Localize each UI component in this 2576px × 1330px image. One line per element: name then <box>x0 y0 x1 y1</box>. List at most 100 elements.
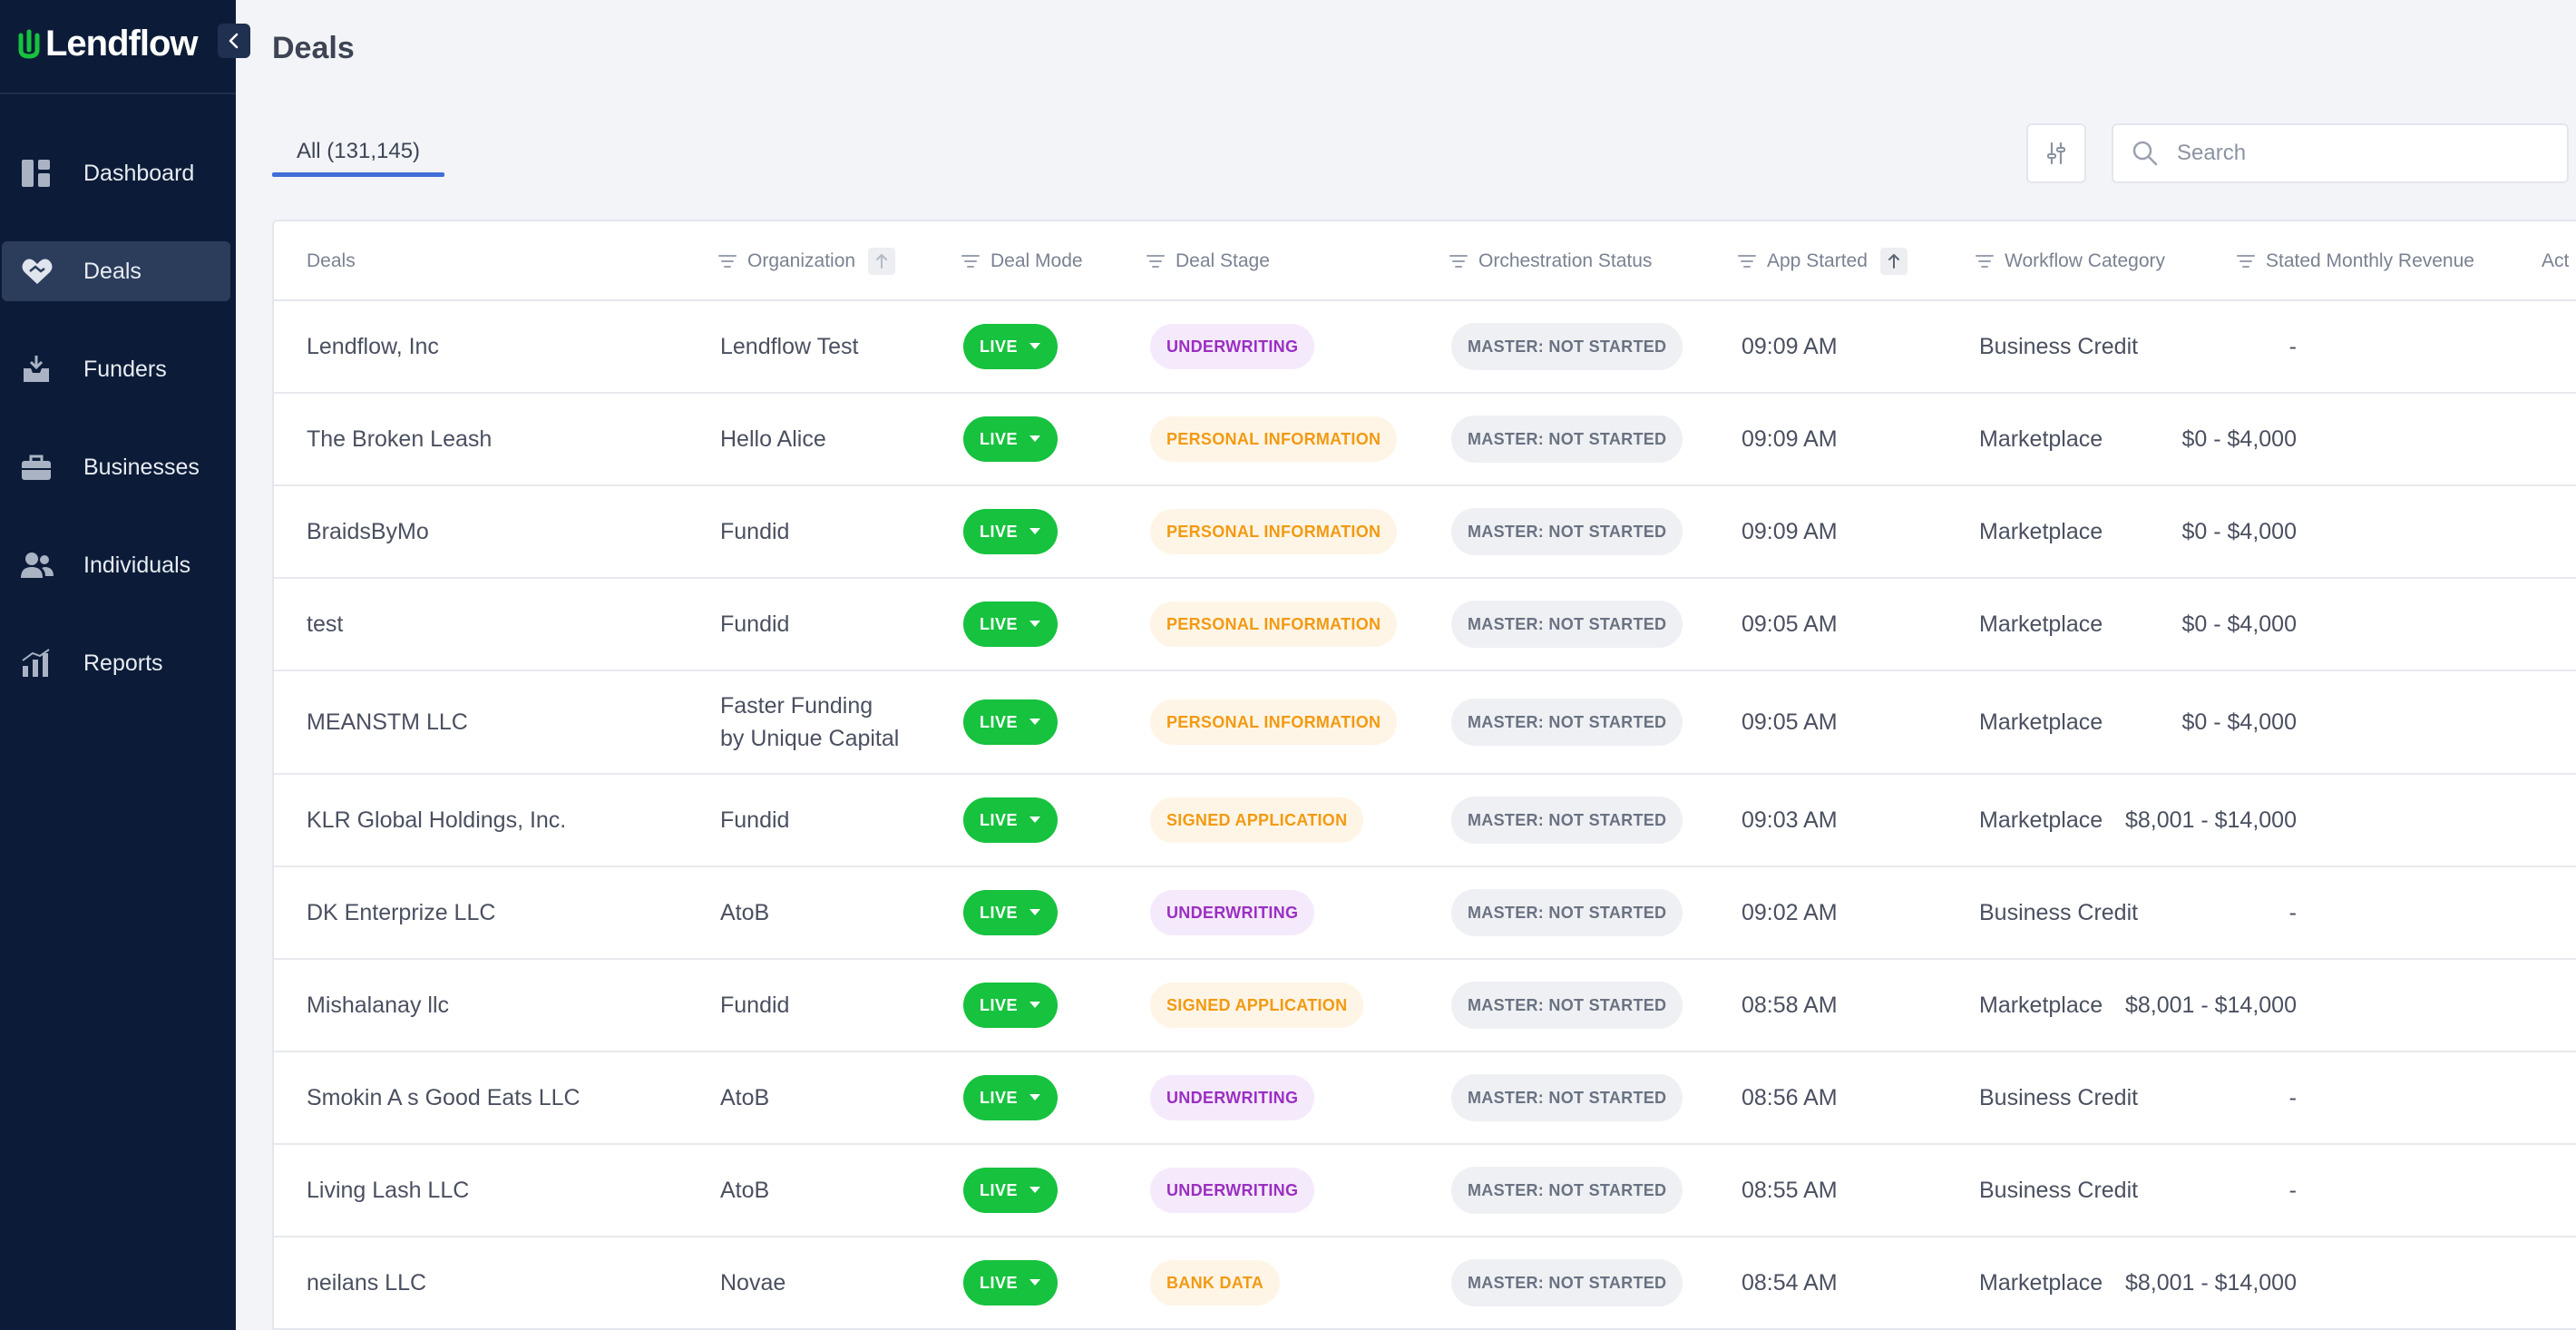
deal-mode-cell: LIVE <box>963 486 1058 577</box>
organization-name: Fundid <box>720 611 790 637</box>
table-row[interactable]: BraidsByMo Fundid LIVE PERSONAL INFORMATION… <box>274 486 2576 579</box>
column-header-deal-stage[interactable]: Deal Stage <box>1147 221 1270 301</box>
deal-mode-dropdown[interactable]: LIVE <box>963 416 1058 462</box>
app-started-time: 09:02 AM <box>1742 899 1838 925</box>
table-row[interactable]: MEANSTM LLC Faster Funding by Unique Capi… <box>274 671 2576 775</box>
stated-monthly-revenue: $0 - $4,000 <box>2181 425 2298 452</box>
deal-name[interactable]: The Broken Leash <box>307 394 492 484</box>
deal-mode-cell: LIVE <box>963 1237 1058 1328</box>
table-row[interactable]: Lendflow, Inc Lendflow Test LIVE UNDERWRITI… <box>274 301 2576 394</box>
deal-name[interactable]: KLR Global Holdings, Inc. <box>307 775 566 865</box>
deal-mode-label: LIVE <box>979 1273 1018 1292</box>
app-started-time: 09:09 AM <box>1742 333 1838 359</box>
brand-logo[interactable]: Lendflow <box>18 22 199 65</box>
stated-monthly-revenue: - <box>2288 899 2297 925</box>
orchestration-status-cell: MASTER: NOT STARTED <box>1451 486 1683 577</box>
deal-mode-cell: LIVE <box>963 671 1058 773</box>
column-header-deal-mode[interactable]: Deal Mode <box>961 221 1083 301</box>
organization-name: AtoB <box>720 900 770 925</box>
table-row[interactable]: test Fundid LIVE PERSONAL INFORMATION MASTER… <box>274 579 2576 671</box>
deal-mode-dropdown[interactable]: LIVE <box>963 509 1058 554</box>
deal-name[interactable]: Living Lash LLC <box>307 1145 469 1236</box>
stated-monthly-revenue: $8,001 - $14,000 <box>2124 807 2297 833</box>
deal-name[interactable]: Lendflow, Inc <box>307 301 439 392</box>
sidebar-item-individuals[interactable]: Individuals <box>2 535 230 595</box>
sidebar-item-businesses[interactable]: Businesses <box>2 437 230 497</box>
deal-mode-dropdown[interactable]: LIVE <box>963 1075 1058 1120</box>
deal-mode-dropdown[interactable]: LIVE <box>963 1168 1058 1213</box>
column-header-organization[interactable]: Organization <box>718 221 896 301</box>
search-box[interactable] <box>2112 123 2569 183</box>
filter-icon[interactable] <box>1976 254 1994 269</box>
deal-stage-badge: PERSONAL INFORMATION <box>1150 416 1398 462</box>
deal-mode-dropdown[interactable]: LIVE <box>963 324 1058 369</box>
filter-icon[interactable] <box>1738 254 1756 269</box>
deal-name[interactable]: test <box>307 579 343 670</box>
deal-name[interactable]: Mishalanay llc <box>307 960 449 1051</box>
column-header-deals[interactable]: Deals <box>307 221 356 301</box>
deal-mode-label: LIVE <box>979 337 1018 356</box>
collapse-sidebar-button[interactable] <box>218 24 250 58</box>
table-row[interactable]: neilans LLC Novae LIVE BANK DATA MASTER: NOT… <box>274 1237 2576 1328</box>
column-header-workflow-category[interactable]: Workflow Category <box>1976 221 2165 301</box>
deal-stage-cell: PERSONAL INFORMATION <box>1150 486 1398 577</box>
filter-icon[interactable] <box>1449 254 1468 269</box>
column-header-stated-monthly-revenue[interactable]: Stated Monthly Revenue <box>2237 221 2474 301</box>
app-started-time: 08:56 AM <box>1742 1084 1838 1110</box>
sidebar-item-deals[interactable]: Deals <box>2 241 230 301</box>
sort-ascending-icon[interactable] <box>1879 248 1908 275</box>
column-settings-button[interactable] <box>2026 123 2086 183</box>
table-row[interactable]: DK Enterprize LLC AtoB LIVE UNDERWRITING MAS… <box>274 867 2576 960</box>
search-input[interactable] <box>2177 141 2558 166</box>
chevron-left-icon <box>229 33 239 49</box>
tab-all[interactable]: All (131,145) <box>272 127 444 176</box>
orchestration-status-badge: MASTER: NOT STARTED <box>1451 797 1683 844</box>
deal-mode-cell: LIVE <box>963 301 1058 392</box>
deal-name[interactable]: DK Enterprize LLC <box>307 867 495 958</box>
deal-mode-dropdown[interactable]: LIVE <box>963 890 1058 935</box>
deal-stage-badge: UNDERWRITING <box>1150 1075 1315 1120</box>
table-row[interactable]: Mishalanay llc Fundid LIVE SIGNED APPLICATI… <box>274 960 2576 1052</box>
deal-mode-dropdown[interactable]: LIVE <box>963 797 1058 843</box>
sort-ascending-icon[interactable] <box>868 248 896 275</box>
filter-icon[interactable] <box>718 254 737 269</box>
app-started-time: 09:09 AM <box>1742 518 1838 544</box>
orchestration-status-cell: MASTER: NOT STARTED <box>1451 1052 1683 1143</box>
orchestration-status-cell: MASTER: NOT STARTED <box>1451 671 1683 773</box>
sidebar-item-label: Funders <box>83 356 167 382</box>
table-row[interactable]: Smokin A s Good Eats LLC AtoB LIVE UNDERWRI… <box>274 1052 2576 1145</box>
filter-icon[interactable] <box>2237 254 2255 269</box>
deal-mode-dropdown[interactable]: LIVE <box>963 1260 1058 1306</box>
deal-stage-cell: PERSONAL INFORMATION <box>1150 579 1398 670</box>
deal-mode-dropdown[interactable]: LIVE <box>963 983 1058 1028</box>
deal-name[interactable]: neilans LLC <box>307 1237 426 1328</box>
stated-monthly-revenue: - <box>2288 1177 2297 1203</box>
sidebar-item-dashboard[interactable]: Dashboard <box>2 143 230 203</box>
deal-name[interactable]: Smokin A s Good Eats LLC <box>307 1052 581 1143</box>
deal-stage-cell: SIGNED APPLICATION <box>1150 960 1364 1051</box>
sidebar-item-reports[interactable]: Reports <box>2 633 230 693</box>
deal-mode-dropdown[interactable]: LIVE <box>963 699 1058 745</box>
orchestration-status-badge: MASTER: NOT STARTED <box>1451 323 1683 370</box>
deal-name[interactable]: MEANSTM LLC <box>307 671 468 773</box>
column-header-orchestration-status[interactable]: Orchestration Status <box>1449 221 1652 301</box>
sidebar-item-funders[interactable]: Funders <box>2 339 230 399</box>
table-row[interactable]: KLR Global Holdings, Inc. Fundid LIVE SIGNE… <box>274 775 2576 867</box>
deal-stage-badge: PERSONAL INFORMATION <box>1150 699 1398 745</box>
column-header-app-started[interactable]: App Started <box>1738 221 1908 301</box>
stated-monthly-revenue: - <box>2288 1084 2297 1110</box>
app-started-time: 08:55 AM <box>1742 1177 1838 1203</box>
filter-icon[interactable] <box>1147 254 1165 269</box>
deal-stage-cell: BANK DATA <box>1150 1237 1281 1328</box>
stated-monthly-revenue: $8,001 - $14,000 <box>2124 992 2297 1018</box>
app-started-time: 09:05 AM <box>1742 709 1838 735</box>
deal-mode-dropdown[interactable]: LIVE <box>963 601 1058 647</box>
deal-name[interactable]: BraidsByMo <box>307 486 429 577</box>
column-header-actions[interactable]: Act <box>2542 221 2569 301</box>
filter-icon[interactable] <box>961 254 980 269</box>
stated-monthly-revenue: $0 - $4,000 <box>2181 518 2298 544</box>
table-row[interactable]: The Broken Leash Hello Alice LIVE PERSONAL … <box>274 394 2576 486</box>
deal-mode-label: LIVE <box>979 1088 1018 1107</box>
page-title: Deals <box>272 31 355 65</box>
table-row[interactable]: Living Lash LLC AtoB LIVE UNDERWRITING MASTE… <box>274 1145 2576 1237</box>
